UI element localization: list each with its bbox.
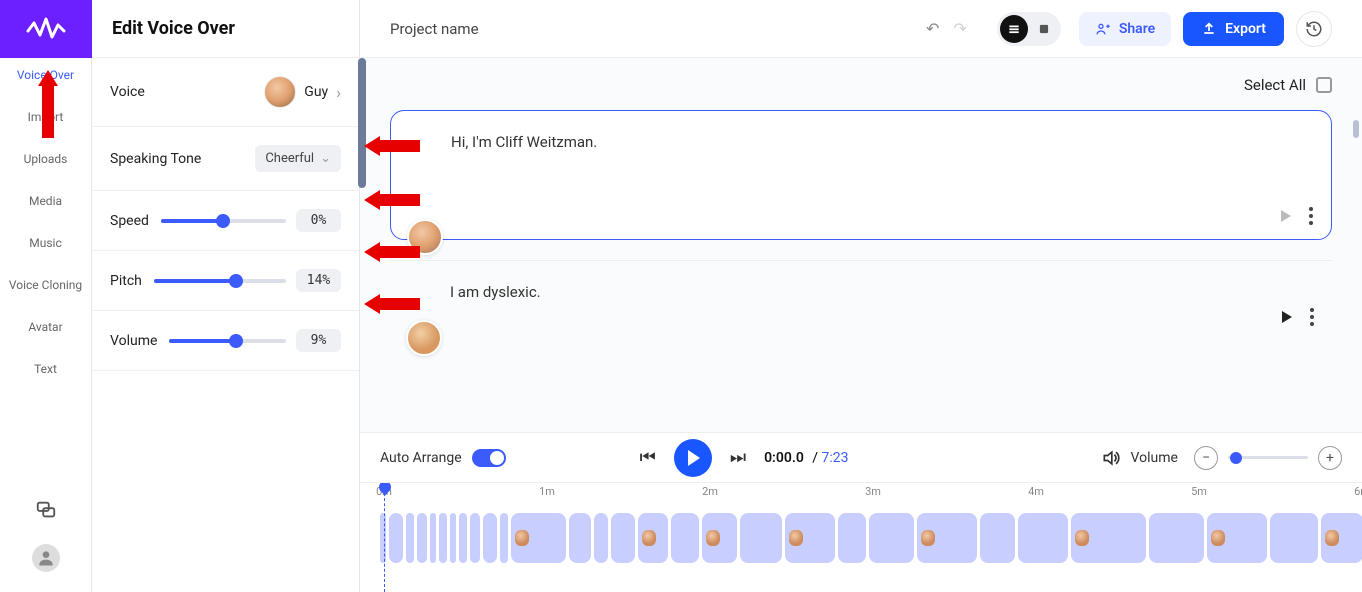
- zoom-in-button[interactable]: +: [1318, 446, 1342, 470]
- speed-row: Speed 0%: [92, 191, 359, 251]
- main-area: Project name ↶ ↷ Share Export: [360, 0, 1362, 592]
- chevron-right-icon: ›: [336, 83, 341, 102]
- block-menu-button[interactable]: [1309, 207, 1313, 225]
- export-label: Export: [1225, 21, 1266, 37]
- skip-forward-button[interactable]: ⏭: [730, 447, 746, 468]
- select-all-checkbox[interactable]: [1316, 77, 1332, 93]
- tone-value: Cheerful: [265, 151, 314, 166]
- voice-row: Voice Guy ›: [92, 58, 359, 127]
- export-button[interactable]: Export: [1183, 12, 1284, 46]
- pitch-slider[interactable]: [154, 279, 286, 283]
- time-display: 0:00.0 / 7:23: [764, 450, 848, 466]
- block-voice-avatar: [406, 320, 442, 356]
- skip-back-button[interactable]: ⏮: [640, 447, 656, 468]
- timeline-ruler[interactable]: 0m 1m 2m 3m 4m 5m 6m 7m: [360, 483, 1362, 511]
- speed-value: 0%: [296, 209, 341, 232]
- auto-arrange-label: Auto Arrange: [380, 450, 462, 466]
- ruler-mark: 2m: [702, 485, 718, 498]
- tone-label: Speaking Tone: [110, 151, 201, 167]
- tone-selector[interactable]: Cheerful ⌄: [255, 145, 341, 172]
- volume-label: Volume: [1131, 450, 1178, 466]
- content-area: Select All Hi, I'm Cliff Weitzman. I am …: [360, 58, 1362, 432]
- text-block[interactable]: I am dyslexic.: [390, 260, 1332, 340]
- timeline-clips[interactable]: [380, 513, 1352, 563]
- voice-selector[interactable]: Guy ›: [264, 76, 341, 108]
- voice-avatar: [264, 76, 296, 108]
- panel-title: Edit Voice Over: [92, 0, 359, 57]
- pitch-row: Pitch 14%: [92, 251, 359, 311]
- play-block-button[interactable]: [1281, 210, 1291, 222]
- volume-icon[interactable]: [1101, 448, 1121, 468]
- share-button[interactable]: Share: [1079, 12, 1171, 46]
- view-toggle-a[interactable]: [1000, 15, 1028, 43]
- sidebar-item-music[interactable]: Music: [29, 236, 61, 250]
- timeline[interactable]: 0m 1m 2m 3m 4m 5m 6m 7m: [360, 482, 1362, 592]
- speed-label: Speed: [110, 213, 149, 229]
- speed-slider[interactable]: [161, 219, 286, 223]
- annotation-arrow: [380, 246, 420, 258]
- block-text[interactable]: Hi, I'm Cliff Weitzman.: [451, 133, 1307, 151]
- annotation-arrow: [380, 194, 420, 206]
- playhead[interactable]: [384, 483, 385, 592]
- annotation-arrow: [42, 86, 54, 138]
- select-all-label: Select All: [1244, 76, 1306, 94]
- current-time: 0:00.0: [764, 450, 804, 466]
- redo-button[interactable]: ↷: [953, 19, 966, 38]
- history-button[interactable]: [1296, 11, 1332, 47]
- sidebar-item-text[interactable]: Text: [34, 362, 57, 376]
- pitch-value: 14%: [296, 269, 341, 292]
- total-time: 7:23: [822, 450, 849, 466]
- panel-scrollbar[interactable]: [358, 58, 366, 188]
- tone-row: Speaking Tone Cheerful ⌄: [92, 127, 359, 191]
- zoom-slider[interactable]: [1228, 456, 1308, 459]
- ruler-mark: 6m: [1354, 485, 1362, 498]
- edit-panel: Edit Voice Over Voice Guy › Speaking Ton…: [92, 0, 360, 592]
- block-text[interactable]: I am dyslexic.: [450, 283, 1308, 301]
- select-all-row: Select All: [390, 76, 1332, 110]
- annotation-arrow: [380, 298, 420, 310]
- view-toggle[interactable]: [997, 12, 1061, 46]
- sidebar-item-avatar[interactable]: Avatar: [28, 320, 62, 334]
- pitch-label: Pitch: [110, 273, 142, 289]
- block-menu-button[interactable]: [1310, 308, 1314, 326]
- sidebar-item-voice-cloning[interactable]: Voice Cloning: [9, 278, 82, 292]
- player-bar: Auto Arrange ⏮ ⏭ 0:00.0 / 7:23 Volume −: [360, 432, 1362, 482]
- voice-label: Voice: [110, 84, 145, 100]
- topbar: Project name ↶ ↷ Share Export: [360, 0, 1362, 58]
- ruler-mark: 1m: [539, 485, 555, 498]
- undo-button[interactable]: ↶: [926, 19, 939, 38]
- annotation-arrow: [380, 140, 420, 152]
- volume-row: Volume 9%: [92, 311, 359, 371]
- volume-value: 9%: [296, 329, 341, 352]
- play-button[interactable]: [674, 439, 712, 477]
- volume-slider[interactable]: [169, 339, 286, 343]
- share-label: Share: [1119, 21, 1155, 37]
- play-block-button[interactable]: [1282, 311, 1292, 323]
- user-avatar-icon[interactable]: [32, 544, 60, 572]
- ruler-mark: 5m: [1191, 485, 1207, 498]
- content-scrollbar[interactable]: [1353, 120, 1359, 138]
- sidebar-item-media[interactable]: Media: [29, 194, 62, 208]
- sidebar-item-uploads[interactable]: Uploads: [24, 152, 68, 166]
- text-block[interactable]: Hi, I'm Cliff Weitzman.: [390, 110, 1332, 240]
- voice-name: Guy: [304, 84, 328, 100]
- chat-icon[interactable]: [32, 496, 60, 524]
- zoom-out-button[interactable]: −: [1194, 446, 1218, 470]
- project-name[interactable]: Project name: [390, 20, 914, 38]
- chevron-down-icon: ⌄: [320, 151, 331, 166]
- app-logo[interactable]: [0, 0, 92, 58]
- ruler-mark: 3m: [865, 485, 881, 498]
- ruler-mark: 4m: [1028, 485, 1044, 498]
- view-toggle-b[interactable]: [1030, 15, 1058, 43]
- auto-arrange-toggle[interactable]: [472, 449, 506, 467]
- volume-label: Volume: [110, 333, 157, 349]
